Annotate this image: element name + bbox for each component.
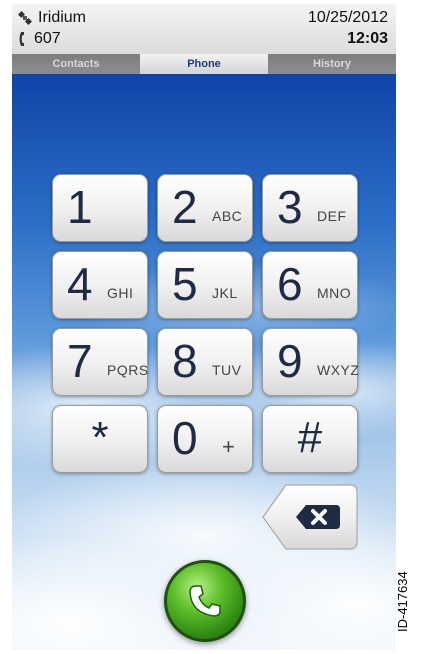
key-digit: 3 [277,181,303,233]
backspace-button[interactable] [262,484,358,550]
key-symbol: # [297,413,323,462]
extension-number: 607 [34,30,61,47]
key-6[interactable]: 6 MNO [262,251,358,319]
key-letters: JKL [212,285,238,301]
status-date: 10/25/2012 [307,9,388,26]
key-star[interactable]: * [52,405,148,473]
key-symbol: * [91,413,109,462]
key-digit: 2 [172,181,198,233]
status-time: 12:03 [347,30,388,47]
key-7[interactable]: 7 PQRS [52,328,148,396]
key-digit: 5 [172,258,198,310]
key-digit: 8 [172,335,198,387]
key-2[interactable]: 2 ABC [157,174,253,242]
key-hash[interactable]: # [262,405,358,473]
tab-bar: Contacts Phone History [12,54,396,74]
call-button[interactable] [164,560,246,642]
key-digit: 1 [67,181,93,233]
key-9[interactable]: 9 WXYZ [262,328,360,396]
tab-contacts[interactable]: Contacts [12,54,140,74]
key-0[interactable]: 0 + [157,405,253,473]
phone-screen: Iridium 10/25/2012 607 12:03 Contacts Ph… [12,4,396,650]
key-plus: + [222,434,235,459]
key-letters: PQRS [107,362,149,378]
tab-phone[interactable]: Phone [140,54,268,74]
tab-history[interactable]: History [268,54,396,74]
key-letters: WXYZ [317,362,360,378]
satellite-icon [18,11,32,25]
key-3[interactable]: 3 DEF [262,174,358,242]
handset-icon [18,31,28,47]
key-1[interactable]: 1 [52,174,148,242]
key-letters: ABC [212,208,243,224]
key-digit: 6 [277,258,303,310]
network-name: Iridium [38,9,87,26]
key-4[interactable]: 4 GHI [52,251,148,319]
key-letters: MNO [317,285,352,301]
key-letters: TUV [212,362,242,378]
key-5[interactable]: 5 JKL [157,251,253,319]
key-letters: DEF [317,208,347,224]
key-digit: 9 [277,335,303,387]
key-digit: 0 [172,412,198,464]
key-letters: GHI [107,285,134,301]
key-digit: 7 [67,335,93,387]
status-bar: Iridium 10/25/2012 607 12:03 [12,4,396,54]
key-8[interactable]: 8 TUV [157,328,253,396]
key-digit: 4 [67,258,93,310]
figure-id-label: ID-417634 [395,571,410,632]
phone-handset-icon [189,585,221,617]
backspace-icon [262,484,358,550]
